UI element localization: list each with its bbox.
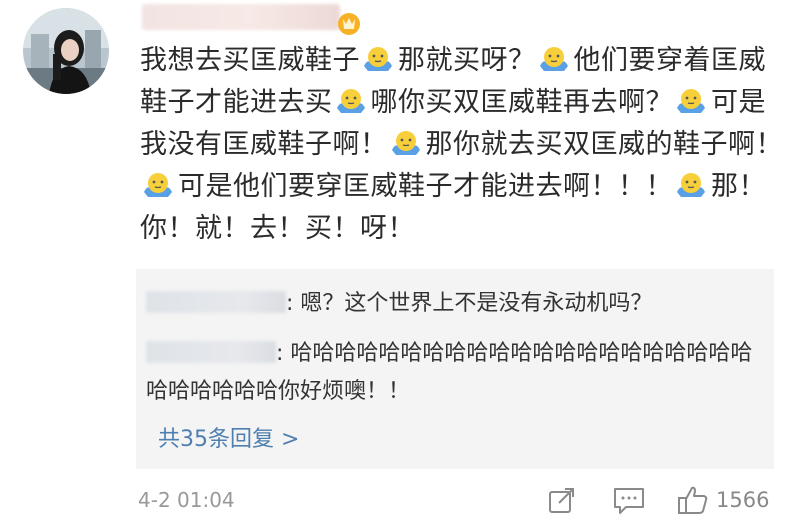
more-replies-link[interactable]: 共35条回复 >	[158, 421, 299, 453]
comment-text: 我想去买匡威鞋子 那就买呀？ 他们要穿着匡威鞋子才能进去买 哪你买双匡威鞋再去啊？ 可是…	[140, 45, 783, 244]
reply-text: : 嗯？这个世界上不是没有永动机吗？	[286, 291, 653, 316]
reply-author[interactable]	[146, 341, 276, 363]
vip-badge-icon	[338, 13, 360, 35]
shrug-emoji	[364, 47, 392, 71]
shrug-emoji	[336, 89, 365, 113]
reply-item[interactable]: : 嗯？这个世界上不是没有永动机吗？	[146, 285, 652, 323]
comment-icon[interactable]	[612, 484, 646, 516]
reply-author[interactable]	[146, 291, 286, 313]
like-count: 1566	[716, 488, 770, 512]
shrug-emoji	[677, 173, 705, 197]
avatar[interactable]	[23, 8, 109, 94]
shrug-emoji	[391, 131, 420, 155]
shrug-emoji	[144, 173, 172, 197]
thumbs-up-icon[interactable]	[676, 484, 710, 516]
reply-item[interactable]: : 哈哈哈哈哈哈哈哈哈哈哈哈哈哈哈哈哈哈哈哈哈哈哈哈哈哈哈你好烦噢！！	[146, 335, 766, 411]
shrug-emoji	[677, 89, 705, 113]
share-icon[interactable]	[546, 484, 578, 516]
replies-panel: : 嗯？这个世界上不是没有永动机吗？ : 哈哈哈哈哈哈哈哈哈哈哈哈哈哈哈哈哈哈哈…	[136, 269, 774, 469]
comment-time: 4-2 01:04	[138, 488, 235, 512]
shrug-emoji	[539, 47, 568, 71]
author-name[interactable]	[142, 4, 340, 30]
